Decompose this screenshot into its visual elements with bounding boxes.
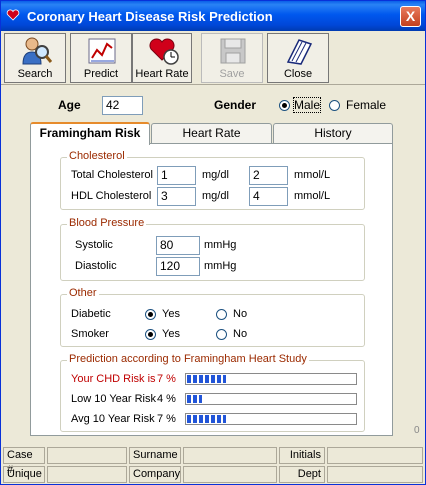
gender-label: Gender (214, 98, 257, 112)
app-window: Coronary Heart Disease Risk Prediction X… (0, 0, 426, 485)
cholesterol-group: Cholesterol Total Cholesterol 1 mg/dl 2 … (60, 150, 365, 210)
diastolic-input[interactable]: 120 (156, 257, 200, 276)
smoker-no-radio[interactable] (216, 329, 227, 340)
your-risk-bar (185, 373, 357, 385)
heart-icon (6, 9, 20, 21)
save-icon (220, 38, 246, 64)
initials-label: Initials (279, 447, 325, 464)
hdl-mmol-unit: mmol/L (294, 190, 331, 202)
gender-female-radio[interactable] (329, 100, 340, 111)
company-label: Company (129, 466, 181, 483)
case-label: Case # (3, 447, 45, 476)
systolic-label: Systolic (75, 239, 113, 251)
blood-pressure-title: Blood Pressure (67, 217, 147, 229)
age-label: Age (58, 98, 81, 112)
other-group: Other Diabetic Yes No Smoker Yes No (60, 287, 365, 347)
toolbar: Search Predict Heart Rate Save Close (1, 31, 425, 85)
prediction-group: Prediction according to Framingham Heart… (60, 353, 365, 432)
unique-label: Unique (3, 466, 45, 483)
avg-risk-bar (185, 413, 357, 425)
search-button[interactable]: Search (4, 33, 66, 83)
low-risk-bar-fill (187, 395, 203, 403)
hdl-cholesterol-mgdl-input[interactable]: 3 (157, 187, 196, 206)
total-cholesterol-mgdl-input[interactable]: 1 (157, 166, 196, 185)
window-close-button[interactable]: X (400, 6, 421, 27)
diabetic-no-label[interactable]: No (233, 308, 247, 320)
low-risk-label: Low 10 Year Risk (71, 393, 156, 405)
company-value-field (183, 466, 277, 483)
unique-value-field (47, 466, 127, 483)
hdl-cholesterol-label: HDL Cholesterol (71, 190, 152, 202)
surname-value-field (183, 447, 277, 464)
total-cholesterol-mmol-input[interactable]: 2 (249, 166, 288, 185)
save-label: Save (219, 68, 245, 80)
dept-value-field (327, 466, 423, 483)
systolic-input[interactable]: 80 (156, 236, 200, 255)
search-label: Search (17, 68, 53, 80)
smoker-label: Smoker (71, 328, 109, 340)
heart-clock-icon (149, 38, 179, 65)
diabetic-no-radio[interactable] (216, 309, 227, 320)
smoker-no-label[interactable]: No (233, 328, 247, 340)
tab-history[interactable]: History (273, 123, 393, 144)
gender-female-label[interactable]: Female (346, 98, 386, 112)
diastolic-unit: mmHg (204, 260, 237, 272)
close-door-icon (286, 39, 313, 65)
smoker-yes-label[interactable]: Yes (162, 328, 180, 340)
low-risk-bar (185, 393, 357, 405)
avg-risk-label: Avg 10 Year Risk (71, 413, 155, 425)
diabetic-yes-radio[interactable] (145, 309, 156, 320)
diabetic-label: Diabetic (71, 308, 111, 320)
framingham-tab-panel: Cholesterol Total Cholesterol 1 mg/dl 2 … (30, 143, 393, 436)
other-title: Other (67, 287, 99, 299)
avg-risk-value: 7 % (157, 413, 176, 425)
blood-pressure-group: Blood Pressure Systolic 80 mmHg Diastoli… (60, 217, 365, 281)
status-bar: Case # Surname Initials Unique Company D… (1, 446, 425, 484)
cholesterol-title: Cholesterol (67, 150, 127, 162)
your-risk-label: Your CHD Risk is (71, 373, 156, 385)
window-title: Coronary Heart Disease Risk Prediction (27, 9, 273, 24)
gender-male-radio[interactable] (279, 100, 290, 111)
search-icon (22, 37, 52, 65)
diastolic-label: Diastolic (75, 260, 117, 272)
predict-button[interactable]: Predict (70, 33, 132, 83)
age-input[interactable]: 42 (102, 96, 143, 115)
low-risk-value: 4 % (157, 393, 176, 405)
tab-heart-rate[interactable]: Heart Rate (151, 123, 272, 144)
side-marker: 0 (414, 425, 420, 436)
avg-risk-bar-fill (187, 415, 227, 423)
predict-label: Predict (83, 68, 119, 80)
prediction-title: Prediction according to Framingham Heart… (67, 353, 309, 365)
smoker-yes-radio[interactable] (145, 329, 156, 340)
heart-rate-label: Heart Rate (135, 68, 189, 80)
initials-value-field (327, 447, 423, 464)
hdl-mgdl-unit: mg/dl (202, 190, 229, 202)
heart-rate-button[interactable]: Heart Rate (132, 33, 192, 83)
systolic-unit: mmHg (204, 239, 237, 251)
hdl-cholesterol-mmol-input[interactable]: 4 (249, 187, 288, 206)
total-mgdl-unit: mg/dl (202, 169, 229, 181)
chart-icon (88, 38, 116, 64)
dept-label: Dept (279, 466, 325, 483)
your-risk-bar-fill (187, 375, 227, 383)
diabetic-yes-label[interactable]: Yes (162, 308, 180, 320)
total-cholesterol-label: Total Cholesterol (71, 169, 153, 181)
title-bar[interactable]: Coronary Heart Disease Risk Prediction X (1, 1, 425, 31)
close-label: Close (283, 68, 313, 80)
surname-label: Surname (129, 447, 181, 464)
save-button[interactable]: Save (201, 33, 263, 83)
close-button[interactable]: Close (267, 33, 329, 83)
gender-male-label[interactable]: Male (292, 97, 322, 113)
tab-framingham-risk[interactable]: Framingham Risk (30, 122, 150, 145)
total-mmol-unit: mmol/L (294, 169, 331, 181)
your-risk-value: 7 % (157, 373, 176, 385)
case-value-field (47, 447, 127, 464)
